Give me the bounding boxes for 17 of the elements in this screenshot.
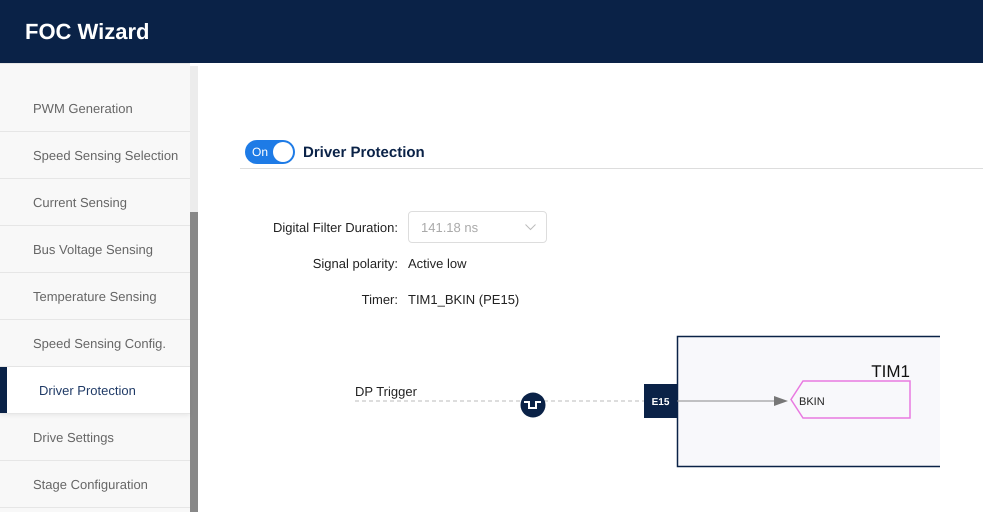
pin-label: E15 xyxy=(644,384,677,418)
sidebar-item[interactable]: Driver Protection xyxy=(0,367,190,414)
chevron-down-icon xyxy=(525,224,536,230)
field-value: Active low xyxy=(408,256,467,270)
field-label: Signal polarity: xyxy=(312,254,398,273)
section-title: Driver Protection xyxy=(303,144,425,160)
field-label: Timer: xyxy=(362,290,398,308)
pulse-icon xyxy=(520,392,546,418)
toggle-switch[interactable]: On xyxy=(245,140,295,164)
scrollbar-thumb[interactable] xyxy=(190,212,198,512)
port-label: BKIN xyxy=(799,396,825,408)
field-label: Digital Filter Duration: xyxy=(273,218,398,237)
scrollbar-track[interactable] xyxy=(190,66,198,512)
signal-label: DP Trigger xyxy=(355,384,417,399)
field-value: TIM1_BKIN (PE15) xyxy=(408,292,520,306)
timer-name: TIM1 xyxy=(871,362,910,381)
app-title: FOC Wizard xyxy=(25,18,150,44)
